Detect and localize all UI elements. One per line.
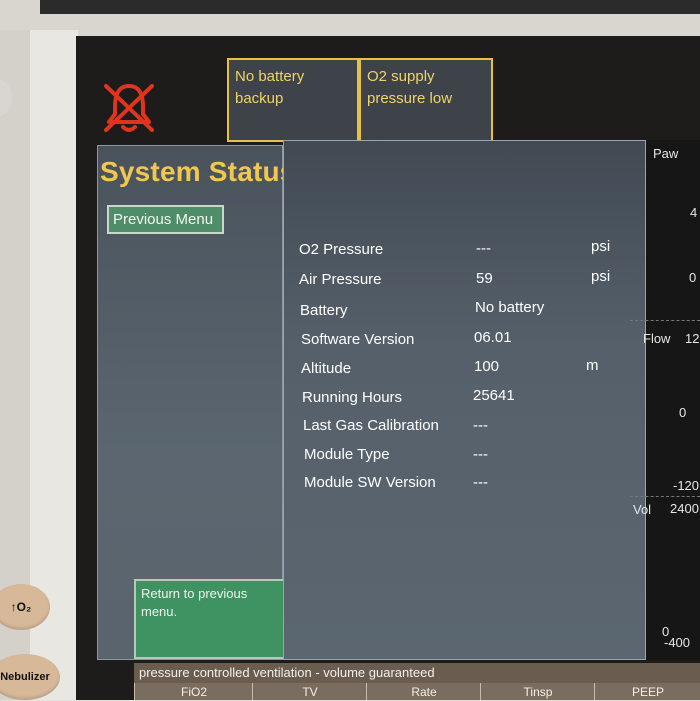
status-unit: psi [591, 268, 611, 285]
status-value: 25641 [473, 387, 515, 404]
vol-scale-top: 2400 [670, 501, 699, 516]
flow-label: Flow [643, 331, 671, 346]
flow-scale-zero: 0 [679, 405, 687, 420]
flow-scale-bottom: -120 [673, 478, 700, 493]
status-label: Software Version [301, 331, 415, 348]
status-value: --- [476, 240, 491, 257]
status-value: --- [473, 474, 488, 491]
status-label: Running Hours [302, 389, 403, 406]
status-label: Altitude [301, 360, 352, 377]
status-value: 06.01 [474, 329, 512, 346]
device-top-strip [40, 0, 700, 14]
alarm-silenced-icon[interactable] [100, 80, 158, 136]
status-label: Battery [300, 302, 348, 319]
param-tv[interactable]: TV [252, 683, 367, 700]
help-text-box: Return to previous menu. [134, 579, 288, 659]
status-value: No battery [475, 299, 545, 316]
status-label: Module SW Version [304, 474, 436, 491]
status-value: 100 [474, 358, 500, 375]
status-value: --- [473, 417, 488, 434]
vol-scale-bottom: -400 [664, 635, 691, 650]
status-value: --- [473, 446, 488, 463]
waveform-divider [630, 320, 700, 321]
alarm-message-battery[interactable]: No battery backup [227, 58, 359, 142]
status-unit: psi [591, 238, 611, 255]
status-label: O2 Pressure [299, 241, 384, 258]
paw-scale-zero: 0 [689, 270, 697, 285]
status-label: Air Pressure [299, 271, 382, 288]
alarm-message-o2-supply[interactable]: O2 supply pressure low [359, 58, 493, 142]
page-title: System Status [100, 156, 296, 187]
flow-scale-top: 12 [685, 331, 700, 346]
vol-label: Vol [633, 502, 652, 517]
status-label: Module Type [304, 446, 390, 463]
previous-menu-button[interactable]: Previous Menu [107, 205, 224, 234]
param-rate[interactable]: Rate [366, 683, 481, 700]
paw-scale-top: 4 [690, 205, 698, 220]
param-peep[interactable]: PEEP [594, 683, 700, 700]
ventilation-mode-bar: pressure controlled ventilation - volume… [134, 663, 700, 683]
param-fio2[interactable]: FiO2 [134, 683, 253, 700]
status-label: Last Gas Calibration [303, 417, 439, 434]
waveform-divider [630, 496, 700, 497]
paw-label: Paw [653, 146, 679, 161]
status-unit: m [586, 357, 599, 374]
status-value: 59 [476, 270, 493, 287]
param-tinsp[interactable]: Tinsp [480, 683, 595, 700]
